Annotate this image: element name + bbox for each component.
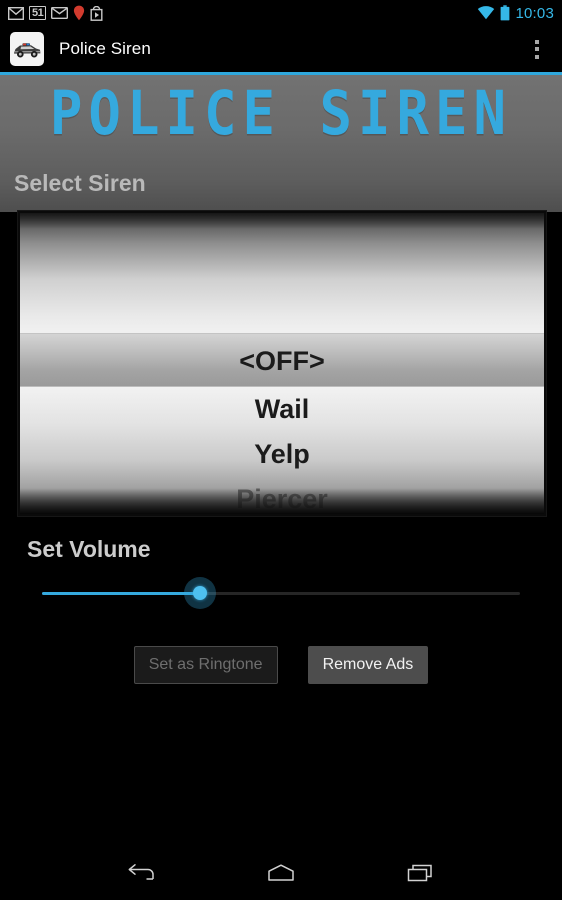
wifi-icon (478, 6, 495, 20)
siren-option-off[interactable]: <OFF> (20, 333, 544, 387)
siren-option-piercer[interactable]: Piercer (20, 477, 544, 514)
action-button-row: Set as Ringtone Remove Ads (0, 646, 562, 684)
remove-ads-button[interactable]: Remove Ads (307, 646, 429, 684)
clock: 10:03 (515, 4, 554, 22)
nav-recents-button[interactable] (394, 853, 448, 893)
play-store-icon (90, 5, 103, 21)
back-arrow-icon (128, 864, 154, 880)
app-title: Police Siren (59, 39, 151, 58)
overflow-menu-icon[interactable] (522, 29, 552, 69)
status-bar: 51 10:03 (0, 0, 562, 26)
set-as-ringtone-button[interactable]: Set as Ringtone (133, 646, 278, 684)
recent-apps-icon (407, 864, 432, 882)
overflow-dot (535, 39, 539, 44)
set-volume-label: Set Volume (27, 536, 151, 562)
overflow-dot (535, 47, 539, 51)
volume-slider-fill (42, 592, 200, 595)
system-navigation-bar (0, 846, 562, 900)
select-siren-label: Select Siren (14, 170, 146, 196)
siren-picker[interactable]: <OFF> Wail Yelp Piercer (18, 211, 546, 516)
siren-option-wail[interactable]: Wail (20, 387, 544, 432)
overflow-dot (535, 54, 539, 59)
battery-icon (501, 5, 510, 21)
app-screen: 51 10:03 Police Siren POLICE SIREN Selec… (0, 0, 562, 900)
police-car-glyph (12, 38, 42, 60)
volume-slider[interactable] (42, 577, 520, 609)
action-bar: Police Siren (0, 26, 562, 72)
volume-slider-thumb[interactable] (192, 586, 207, 600)
status-bar-right-icons: 10:03 (477, 5, 554, 22)
picker-top-fade (20, 213, 544, 229)
email-icon (51, 7, 69, 19)
app-logo-title: POLICE SIREN (49, 78, 513, 149)
status-bar-left-icons: 51 (8, 5, 103, 21)
police-car-app-icon[interactable] (10, 32, 44, 66)
siren-option-yelp[interactable]: Yelp (20, 432, 544, 477)
siren-picker-rows: <OFF> Wail Yelp Piercer (20, 333, 544, 514)
nav-home-button[interactable] (254, 853, 308, 893)
location-pin-icon (74, 5, 85, 21)
notification-count-badge: 51 (29, 6, 47, 20)
nav-back-button[interactable] (114, 853, 168, 893)
gmail-icon (8, 6, 24, 20)
home-icon (268, 864, 294, 881)
siren-picker-surface[interactable]: <OFF> Wail Yelp Piercer (20, 213, 544, 514)
